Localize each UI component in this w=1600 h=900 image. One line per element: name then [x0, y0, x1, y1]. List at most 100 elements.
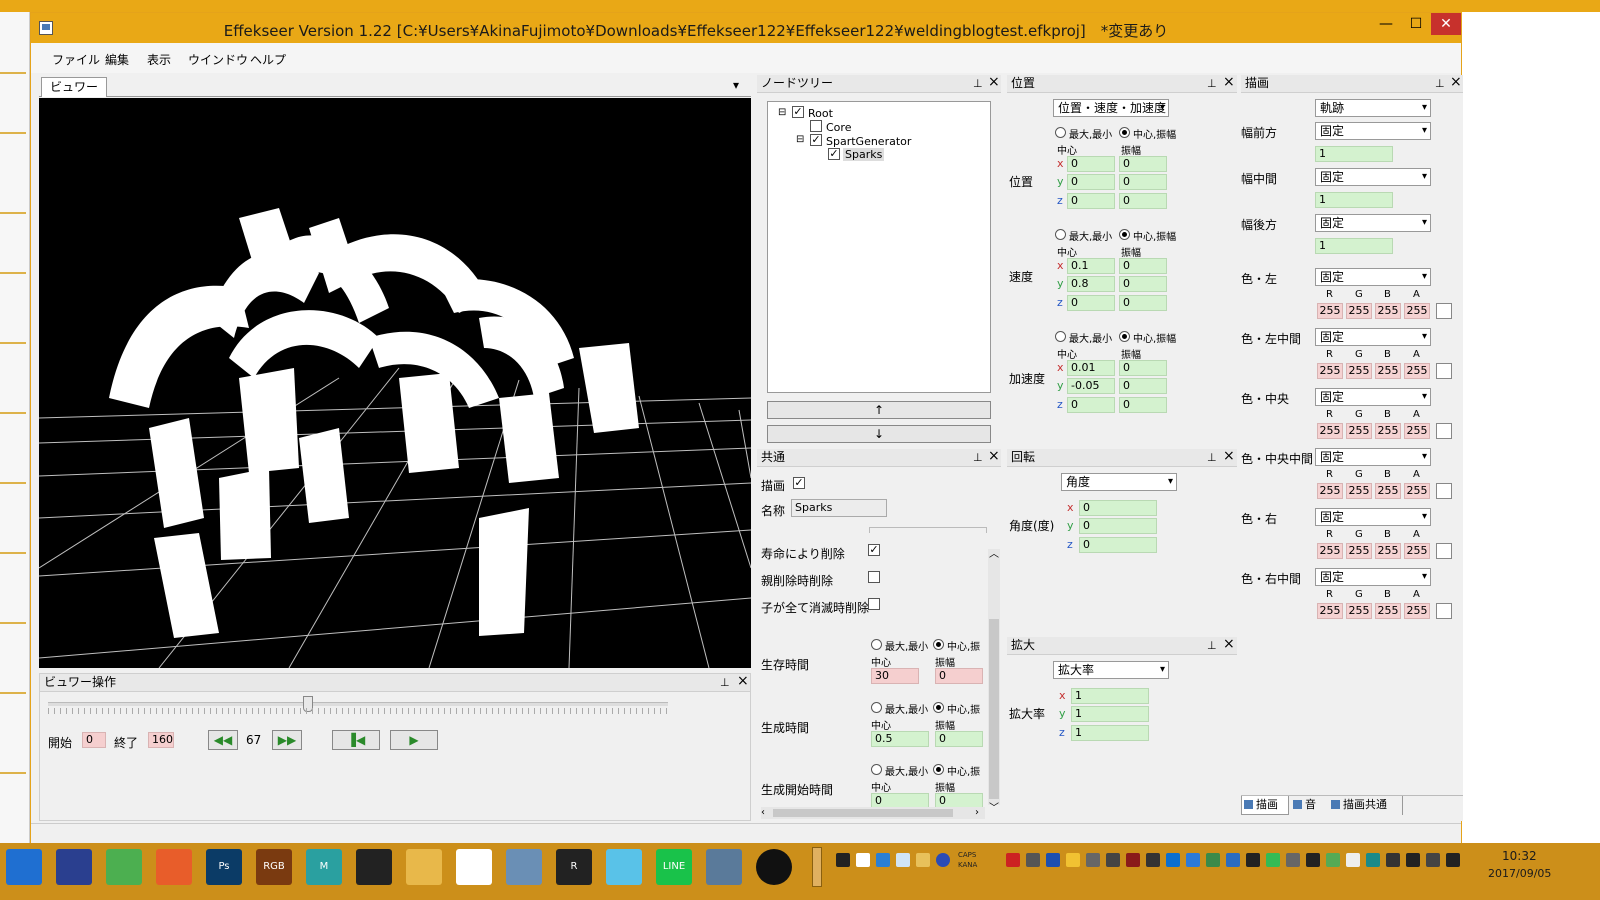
pos-x-amp-input[interactable]: 0	[1119, 156, 1167, 172]
tab-draw-common[interactable]: 描画共通	[1329, 796, 1403, 815]
acc-minmax-radio[interactable]	[1055, 331, 1066, 342]
color-swatch[interactable]	[1436, 603, 1452, 619]
rgba-input[interactable]: 255	[1317, 303, 1343, 319]
tray-icon-5[interactable]	[916, 853, 930, 867]
volume-icon[interactable]	[1026, 853, 1040, 867]
viewer-dropdown-icon[interactable]: ▾	[733, 78, 739, 92]
battery-icon[interactable]	[1426, 853, 1440, 867]
gen-start-minmax-radio[interactable]	[871, 764, 882, 775]
node-core-checkbox[interactable]	[810, 120, 822, 132]
rgba-input[interactable]: 255	[1317, 423, 1343, 439]
h-scroll-thumb[interactable]	[773, 809, 953, 817]
rgba-input[interactable]: 255	[1404, 423, 1430, 439]
rgba-input[interactable]: 255	[1375, 303, 1401, 319]
pos-y-amp-input[interactable]: 0	[1119, 174, 1167, 190]
tray-icon-8[interactable]	[1106, 853, 1120, 867]
start-frame-input[interactable]: 0	[82, 732, 106, 748]
color-mode-select[interactable]: 固定 ▾	[1315, 568, 1431, 586]
gen-time-center-radio[interactable]	[933, 702, 944, 713]
close-icon[interactable]: ×	[1450, 74, 1462, 91]
rgba-input[interactable]: 255	[1375, 603, 1401, 619]
minimize-button[interactable]: —	[1371, 13, 1401, 35]
pin-icon[interactable]: ⊥	[720, 674, 730, 691]
taskbar-color-picker-icon[interactable]	[156, 849, 192, 885]
tray-icon-19[interactable]	[1326, 853, 1340, 867]
node-root-checkbox[interactable]: ✓	[792, 106, 804, 118]
vel-y-center-input[interactable]: 0.8	[1067, 276, 1115, 292]
tray-icon-4[interactable]	[896, 853, 910, 867]
width-mid-select[interactable]: 固定 ▾	[1315, 168, 1431, 186]
color-swatch[interactable]	[1436, 303, 1452, 319]
tray-icon-2[interactable]	[856, 853, 870, 867]
common-vertical-scrollbar[interactable]: ︿ ﹀	[988, 549, 1000, 814]
name-input[interactable]: Sparks	[791, 499, 887, 517]
color-swatch[interactable]	[1436, 483, 1452, 499]
vel-z-amp-input[interactable]: 0	[1119, 295, 1167, 311]
menu-file[interactable]: ファイル	[52, 51, 100, 68]
node-sparks-checkbox[interactable]: ✓	[828, 148, 840, 160]
taskbar-windows-start-icon[interactable]	[6, 849, 42, 885]
node-spartgenerator-label[interactable]: SpartGenerator	[826, 135, 911, 148]
fast-forward-button[interactable]: ▶▶	[272, 730, 302, 750]
pos-x-center-input[interactable]: 0	[1067, 156, 1115, 172]
vel-x-center-input[interactable]: 0.1	[1067, 258, 1115, 274]
menu-edit[interactable]: 編集	[105, 51, 129, 68]
lifetime-center-input[interactable]: 30	[871, 668, 919, 684]
vel-z-center-input[interactable]: 0	[1067, 295, 1115, 311]
rgba-input[interactable]: 255	[1404, 363, 1430, 379]
rot-x-input[interactable]: 0	[1079, 500, 1157, 516]
lifetime-center-radio[interactable]	[933, 639, 944, 650]
scroll-thumb[interactable]	[989, 619, 999, 799]
delete-on-parent-checkbox[interactable]	[868, 571, 880, 583]
close-icon[interactable]: ×	[988, 74, 1000, 91]
pin-icon[interactable]: ⊥	[1207, 75, 1217, 92]
taskbar-app-circle-icon[interactable]	[606, 849, 642, 885]
tab-sound[interactable]: 音	[1291, 796, 1327, 815]
width-back-select[interactable]: 固定 ▾	[1315, 214, 1431, 232]
pin-icon[interactable]: ⊥	[973, 449, 983, 466]
rot-z-input[interactable]: 0	[1079, 537, 1157, 553]
tray-icon-11[interactable]	[1166, 853, 1180, 867]
color-mode-select[interactable]: 固定 ▾	[1315, 268, 1431, 286]
scale-y-input[interactable]: 1	[1071, 706, 1149, 722]
rgba-input[interactable]: 255	[1404, 543, 1430, 559]
tray-icon-7[interactable]	[1086, 853, 1100, 867]
scroll-down-icon[interactable]: ﹀	[989, 799, 999, 814]
pos-z-center-input[interactable]: 0	[1067, 193, 1115, 209]
rgba-input[interactable]: 255	[1317, 603, 1343, 619]
rgba-input[interactable]: 255	[1317, 363, 1343, 379]
tray-icon-14[interactable]	[1226, 853, 1240, 867]
color-mode-select[interactable]: 固定 ▾	[1315, 388, 1431, 406]
lifetime-minmax-radio[interactable]	[871, 639, 882, 650]
position-mode-select[interactable]: 位置・速度・加速度 ▾	[1053, 99, 1169, 117]
rgba-input[interactable]: 255	[1404, 483, 1430, 499]
gen-start-center-radio[interactable]	[933, 764, 944, 775]
close-icon[interactable]: ×	[1223, 636, 1235, 653]
color-swatch[interactable]	[1436, 363, 1452, 379]
node-spartgenerator-checkbox[interactable]: ✓	[810, 134, 822, 146]
taskbar-photoshop-icon[interactable]: Ps	[206, 849, 242, 885]
taskbar-line-icon[interactable]: LINE	[656, 849, 692, 885]
taskbar-r-app-icon[interactable]: R	[556, 849, 592, 885]
node-core-label[interactable]: Core	[826, 121, 851, 134]
pin-icon[interactable]: ⊥	[1207, 449, 1217, 466]
color-swatch[interactable]	[1436, 543, 1452, 559]
rotation-mode-select[interactable]: 角度 ▾	[1061, 473, 1177, 491]
acc-z-amp-input[interactable]: 0	[1119, 397, 1167, 413]
vel-y-amp-input[interactable]: 0	[1119, 276, 1167, 292]
rgba-input[interactable]: 255	[1375, 543, 1401, 559]
acc-z-center-input[interactable]: 0	[1067, 397, 1115, 413]
collapse-icon[interactable]: ⊟	[796, 134, 804, 145]
rgba-input[interactable]: 255	[1317, 483, 1343, 499]
taskbar-chrome-icon[interactable]	[456, 849, 492, 885]
gen-time-amp-input[interactable]: 0	[935, 731, 983, 747]
taskbar-scroll[interactable]	[812, 847, 822, 887]
rgba-input[interactable]: 255	[1346, 543, 1372, 559]
tray-icon-21[interactable]	[1386, 853, 1400, 867]
taskbar-maya-icon[interactable]: M	[306, 849, 342, 885]
delete-on-children-checkbox[interactable]	[868, 598, 880, 610]
gen-time-minmax-radio[interactable]	[871, 702, 882, 713]
taskbar-rgb-checker-icon[interactable]: RGB	[256, 849, 292, 885]
close-icon[interactable]: ×	[1223, 448, 1235, 465]
width-front-input[interactable]: 1	[1315, 146, 1393, 162]
